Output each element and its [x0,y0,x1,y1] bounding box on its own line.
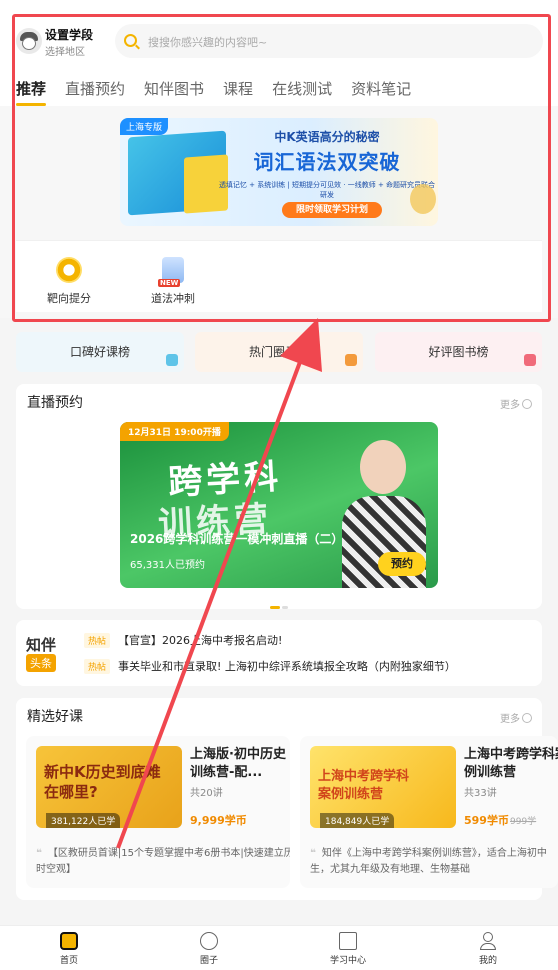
nav-label: 圈子 [199,956,218,966]
nav-label: 学习中心 [329,956,366,966]
nav-home[interactable]: 首页 [29,930,109,966]
nav-label: 首页 [59,956,78,966]
home-icon [60,932,78,950]
bottom-navigation: 首页 圈子 学习中心 我的 [0,925,558,970]
arrow-head [280,318,322,372]
nav-circle[interactable]: 圈子 [169,930,249,966]
book-open-icon [339,932,357,950]
user-head [483,932,493,942]
arrow-shaft [116,361,302,849]
nav-study-center[interactable]: 学习中心 [308,930,388,966]
annotation-arrow [116,318,322,849]
planet-icon [200,932,218,950]
user-icon [479,932,497,950]
user-body [480,943,496,950]
nav-profile[interactable]: 我的 [448,930,528,966]
nav-label: 我的 [478,956,497,966]
